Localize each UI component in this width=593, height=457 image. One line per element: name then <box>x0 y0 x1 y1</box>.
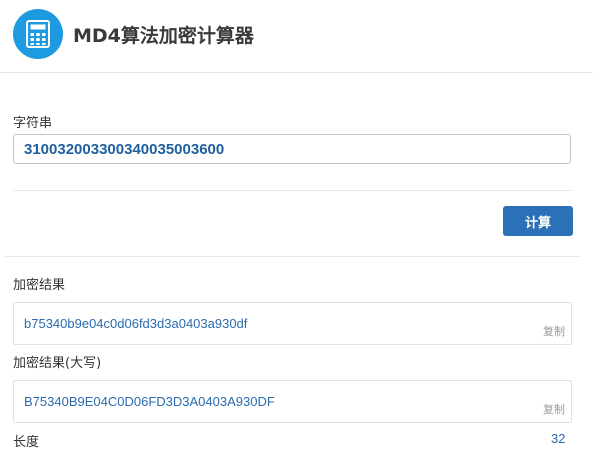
divider <box>13 190 573 191</box>
input-label: 字符串 <box>13 116 53 131</box>
calculator-icon <box>13 9 63 59</box>
result-upper-label: 加密结果(大写) <box>13 356 102 371</box>
copy-uppercase-button[interactable]: 复制 <box>543 401 565 417</box>
copy-lowercase-button[interactable]: 复制 <box>543 323 565 339</box>
length-label: 长度 <box>13 435 40 450</box>
page-title: MD4算法加密计算器 <box>73 25 254 47</box>
result-uppercase-value: B75340B9E04C0D06FD3D3A0403A930DF <box>24 394 275 409</box>
length-value: 32 <box>551 431 566 446</box>
divider <box>5 256 581 257</box>
result-label: 加密结果 <box>13 278 66 293</box>
calculate-button[interactable]: 计算 <box>503 206 573 236</box>
result-uppercase-box: B75340B9E04C0D06FD3D3A0403A930DF 复制 <box>13 380 572 423</box>
result-lowercase-box: b75340b9e04c0d06fd3d3a0403a930df 复制 <box>13 302 572 345</box>
result-lowercase-value: b75340b9e04c0d06fd3d3a0403a930df <box>24 316 248 331</box>
string-input[interactable] <box>13 134 571 164</box>
app-header: MD4算法加密计算器 <box>0 0 593 73</box>
